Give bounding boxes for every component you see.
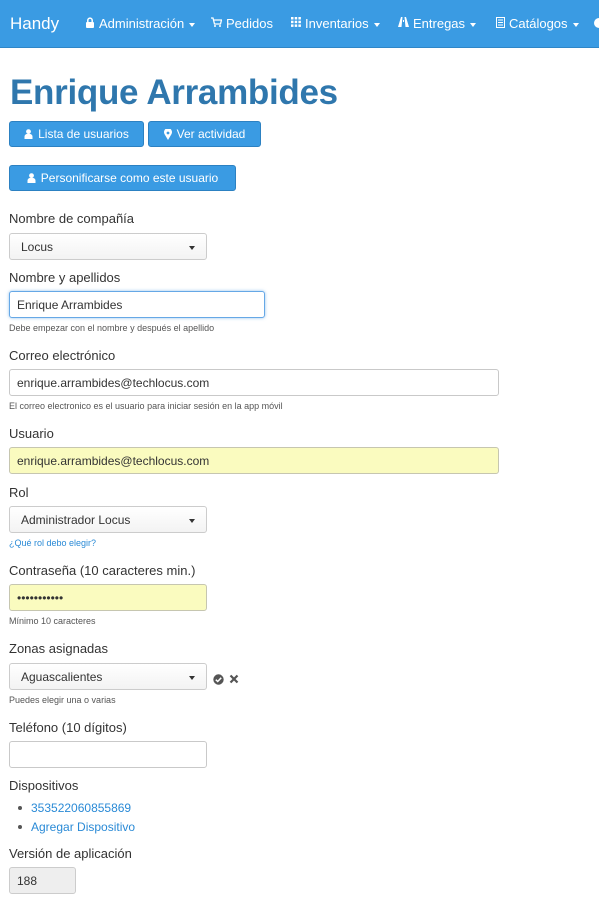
role-label: Rol: [9, 485, 29, 500]
name-help: Debe empezar con el nombre y después el …: [9, 323, 215, 333]
chevron-down-icon: [189, 676, 195, 680]
device-link[interactable]: 353522060855869: [31, 801, 131, 815]
company-select-value: Locus: [21, 239, 54, 254]
zones-select-value: Aguascalientes: [21, 669, 103, 684]
nav-inventarios[interactable]: Inventarios: [291, 16, 380, 31]
bullet-icon: [18, 806, 22, 810]
company-label: Nombre de compañía: [9, 211, 135, 226]
chevron-down-icon: [189, 519, 195, 523]
app-version-label: Versión de aplicación: [9, 846, 132, 861]
password-label: Contraseña (10 caracteres min.): [9, 563, 196, 578]
bullet-icon: [18, 825, 22, 829]
chevron-down-icon: [189, 246, 195, 250]
clear-icon[interactable]: [229, 674, 239, 687]
zones-select[interactable]: Aguascalientes: [9, 663, 207, 690]
view-activity-button[interactable]: Ver actividad: [148, 121, 261, 147]
name-input-value: Enrique Arrambides: [17, 297, 123, 312]
road-icon: [398, 17, 409, 30]
name-label: Nombre y apellidos: [9, 270, 121, 285]
username-input-value: enrique.arrambides@techlocus.com: [17, 453, 210, 468]
username-label: Usuario: [9, 426, 54, 441]
grid-icon: [291, 17, 301, 30]
list-icon: [496, 16, 505, 31]
nav-pedidos[interactable]: Pedidos: [211, 16, 273, 31]
username-input[interactable]: enrique.arrambides@techlocus.com: [9, 447, 499, 474]
password-input[interactable]: •••••••••••: [9, 584, 207, 611]
select-all-icon[interactable]: [213, 674, 224, 688]
user-menu-icon[interactable]: [594, 18, 599, 28]
role-select-value: Administrador Locus: [21, 512, 131, 527]
top-navbar: Handy Administración Pedidos Inventarios…: [0, 0, 599, 48]
nav-pedidos-label: Pedidos: [226, 16, 273, 31]
role-select[interactable]: Administrador Locus: [9, 506, 207, 533]
app-version-input: 188: [9, 867, 76, 894]
role-help-link[interactable]: ¿Qué rol debo elegir?: [9, 538, 96, 548]
nav-entregas-label: Entregas: [413, 16, 466, 31]
email-input-value: enrique.arrambides@techlocus.com: [17, 375, 210, 390]
name-input[interactable]: Enrique Arrambides: [9, 291, 265, 318]
password-input-value: •••••••••••: [17, 590, 64, 605]
page-title: Enrique Arrambides: [10, 73, 338, 112]
nav-catalogos[interactable]: Catálogos: [496, 16, 579, 31]
company-select[interactable]: Locus: [9, 233, 207, 260]
phone-input[interactable]: [9, 741, 207, 768]
zones-help: Puedes elegir una o varias: [9, 695, 116, 705]
chevron-down-icon: [189, 22, 196, 27]
add-device-list-item[interactable]: Agregar Dispositivo: [18, 820, 135, 834]
password-help: Mínimo 10 caracteres: [9, 616, 96, 626]
user-icon: [24, 129, 33, 139]
impersonate-button-label: Personificarse como este usuario: [40, 171, 219, 185]
phone-label: Teléfono (10 dígitos): [9, 720, 127, 735]
nav-entregas[interactable]: Entregas: [398, 16, 477, 31]
user-list-button[interactable]: Lista de usuarios: [9, 121, 144, 147]
user-list-button-label: Lista de usuarios: [38, 127, 129, 141]
lock-icon: [85, 16, 95, 31]
nav-catalogos-label: Catálogos: [509, 16, 568, 31]
chevron-down-icon: [373, 22, 380, 27]
email-label: Correo electrónico: [9, 348, 116, 363]
nav-administracion-label: Administración: [99, 16, 185, 31]
zones-label: Zonas asignadas: [9, 641, 109, 656]
nav-inventarios-label: Inventarios: [305, 16, 369, 31]
view-activity-button-label: Ver actividad: [176, 127, 246, 141]
brand-logo[interactable]: Handy: [10, 14, 59, 34]
nav-administracion[interactable]: Administración: [85, 16, 196, 31]
map-marker-icon: [163, 128, 172, 140]
impersonate-button[interactable]: Personificarse como este usuario: [9, 165, 236, 191]
chevron-down-icon: [470, 22, 477, 27]
cart-icon: [211, 17, 223, 30]
device-list-item[interactable]: 353522060855869: [18, 801, 131, 815]
app-version-value: 188: [17, 873, 38, 888]
add-device-link[interactable]: Agregar Dispositivo: [31, 820, 135, 834]
email-help: El correo electronico es el usuario para…: [9, 401, 283, 411]
chevron-down-icon: [572, 22, 579, 27]
email-input[interactable]: enrique.arrambides@techlocus.com: [9, 369, 499, 396]
user-icon: [27, 173, 36, 183]
devices-label: Dispositivos: [9, 778, 79, 793]
